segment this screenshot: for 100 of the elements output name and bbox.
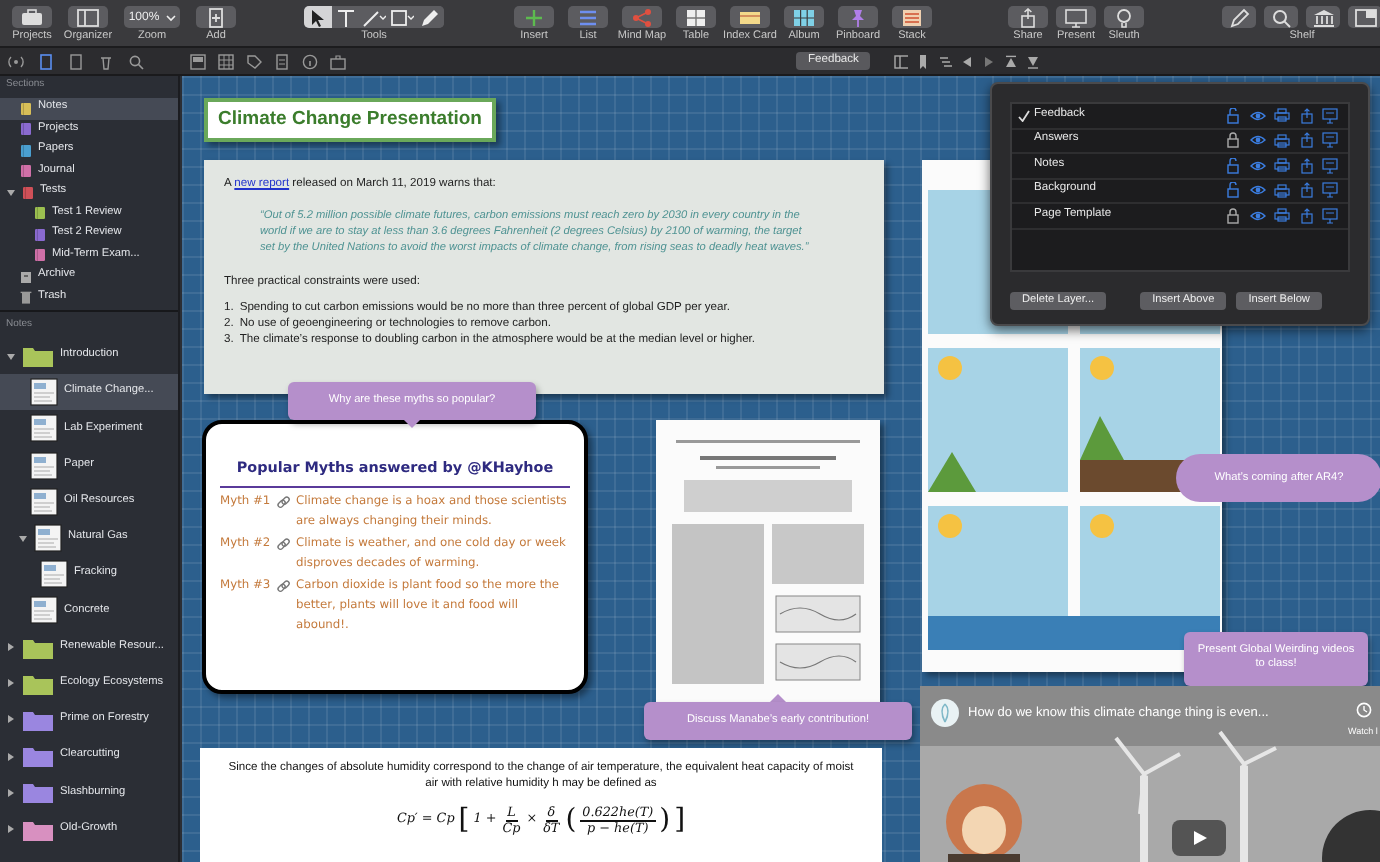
tool-button[interactable] [304,6,332,28]
disclosure-triangle-icon[interactable] [6,678,16,689]
notebook-icon [34,206,46,221]
toolbar-button[interactable] [1056,6,1096,28]
link-icon[interactable] [276,533,292,554]
toolbar-button[interactable] [68,6,108,28]
disclosure-triangle-icon[interactable] [6,187,16,198]
channel-avatar-icon[interactable] [930,698,960,728]
folder-icon [22,817,54,842]
presentation-icon [1064,7,1088,27]
link-icon[interactable] [276,575,292,596]
pages-icon[interactable] [938,53,953,69]
page-thumbnail-icon [30,596,58,625]
up-icon[interactable] [1004,53,1019,69]
notebook-icon [34,227,46,242]
padlock-closed-icon[interactable] [1226,207,1240,224]
link-icon[interactable] [276,491,292,512]
tool-button[interactable] [416,6,444,28]
index-card-icon [738,7,762,27]
trash-icon[interactable] [98,53,114,69]
tool-button[interactable] [360,6,388,28]
tag-icon[interactable] [246,53,262,69]
layout-icon[interactable] [190,53,206,69]
padlock-open-icon[interactable] [1226,182,1240,199]
padlock-open-icon[interactable] [1226,157,1240,174]
info-icon[interactable] [302,53,318,69]
toolbar-button[interactable] [784,6,824,28]
presentation-icon[interactable] [1322,132,1338,149]
sidebar-icon [76,7,100,27]
disclosure-triangle-icon[interactable] [6,642,16,653]
page-icon[interactable] [274,53,290,69]
presentation-icon[interactable] [1322,182,1338,199]
toolbar-button[interactable] [1008,6,1048,28]
share-icon [1016,7,1040,27]
lightbulb-icon [1112,7,1136,27]
eye-icon[interactable] [1249,109,1265,122]
disclosure-triangle-icon[interactable] [6,787,16,798]
line-tool-icon [362,7,386,27]
share-icon[interactable] [1299,107,1313,124]
tool-button[interactable] [388,6,416,28]
disclosure-triangle-icon[interactable] [18,533,28,544]
forward-icon[interactable] [982,53,997,69]
page-thumbnail-icon [30,487,58,516]
page-thumbnail-icon [30,414,58,443]
pen-icon [418,7,442,27]
briefcase-icon[interactable] [330,53,346,69]
folder-icon [22,707,54,732]
eye-icon[interactable] [1249,184,1265,197]
toolbar-button[interactable] [196,6,236,28]
album-icon [792,7,816,27]
padlock-closed-icon[interactable] [1226,132,1240,149]
share-icon[interactable] [1299,132,1313,149]
presentation-icon[interactable] [1322,207,1338,224]
toolbar-button[interactable] [514,6,554,28]
disclosure-triangle-icon[interactable] [6,751,16,762]
folder-icon [22,344,54,369]
toolbar-button[interactable] [676,6,716,28]
page-thumbnail-icon [40,560,68,589]
toolbar-button[interactable] [1104,6,1144,28]
back-icon[interactable] [960,53,975,69]
search-icon[interactable] [128,53,144,69]
page-thumbnail-icon [30,451,58,480]
list-icon [576,7,600,27]
eye-icon[interactable] [1249,134,1265,147]
disclosure-triangle-icon[interactable] [6,824,16,835]
toolbar-button[interactable] [1222,6,1256,28]
down-icon[interactable] [1026,53,1041,69]
eye-icon[interactable] [1249,209,1265,222]
eye-icon[interactable] [1249,159,1265,172]
toolbar-button[interactable] [730,6,770,28]
bookmark-icon[interactable] [916,53,931,69]
grid-icon[interactable] [218,53,234,69]
toolbar-button[interactable] [1264,6,1298,28]
page-thumbnail-icon [30,378,58,407]
notebook-icon [22,185,34,200]
stack-icon [900,7,924,27]
share-icon[interactable] [1299,157,1313,174]
toolbar-button[interactable] [1348,6,1380,28]
tool-button[interactable] [332,6,360,28]
share-icon[interactable] [1299,182,1313,199]
clock-icon[interactable] [1356,702,1372,718]
panel-icon [1353,7,1377,27]
disclosure-triangle-icon[interactable] [6,351,16,362]
disclosure-triangle-icon[interactable] [6,714,16,725]
sidebar-icon[interactable] [894,53,909,69]
padlock-open-icon[interactable] [1226,107,1240,124]
toolbar-button[interactable] [892,6,932,28]
share-icon[interactable] [1299,207,1313,224]
toolbar-button[interactable] [1306,6,1340,28]
toolbar-button[interactable] [12,6,52,28]
mind-map-icon [630,7,654,27]
broadcast-icon[interactable] [8,53,24,69]
folder-icon [22,780,54,805]
add-page-icon [204,7,228,27]
play-button[interactable] [1172,820,1226,856]
page-icon[interactable] [68,53,84,69]
presentation-icon[interactable] [1322,157,1338,174]
notebook-icon[interactable] [38,53,54,69]
presentation-icon[interactable] [1322,107,1338,124]
archive-box-icon [20,269,32,284]
